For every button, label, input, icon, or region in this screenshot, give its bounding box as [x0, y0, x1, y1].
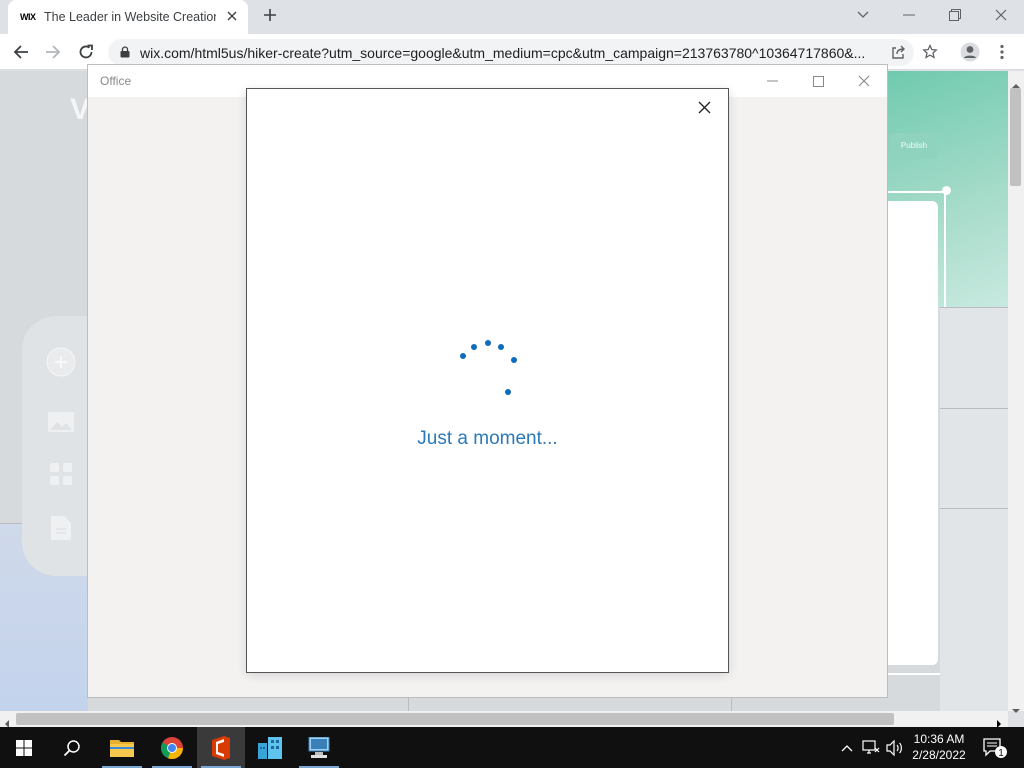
- clock-date: 2/28/2022: [912, 748, 966, 762]
- taskbar-search-button[interactable]: [48, 727, 96, 768]
- network-status-icon[interactable]: [860, 727, 882, 768]
- office-minimize-button[interactable]: [749, 66, 795, 96]
- dialog-close-icon[interactable]: [694, 97, 714, 117]
- action-center-button[interactable]: 1: [978, 727, 1012, 768]
- windows-taskbar: 10:36 AM 2/28/2022 1: [0, 727, 1024, 768]
- tab-title: The Leader in Website Creation |: [44, 10, 216, 24]
- vertical-scroll-thumb[interactable]: [1010, 88, 1021, 186]
- tab-close-icon[interactable]: [224, 9, 240, 25]
- search-icon: [63, 739, 80, 756]
- minimize-button[interactable]: [886, 0, 932, 30]
- share-icon[interactable]: [884, 38, 912, 66]
- taskbar-app-network[interactable]: [295, 727, 343, 768]
- wix-divider: [408, 697, 409, 711]
- scroll-up-arrow-icon[interactable]: [1011, 74, 1021, 93]
- start-button[interactable]: [0, 727, 48, 768]
- wix-divider: [731, 697, 732, 711]
- loading-spinner-icon: [460, 340, 517, 395]
- clock-time: 10:36 AM: [913, 732, 965, 746]
- address-url: wix.com/html5us/hiker-create?utm_source=…: [140, 44, 866, 61]
- back-button[interactable]: [7, 38, 35, 66]
- folder-icon: [110, 739, 134, 757]
- taskbar-file-explorer[interactable]: [98, 727, 146, 768]
- profile-avatar-icon[interactable]: [956, 38, 984, 66]
- close-window-button[interactable]: [978, 0, 1024, 30]
- taskbar-office[interactable]: [197, 727, 245, 768]
- horizontal-scroll-thumb[interactable]: [16, 713, 894, 725]
- pages-document-icon[interactable]: [46, 513, 76, 543]
- address-bar[interactable]: wix.com/html5us/hiker-create?utm_source=…: [108, 39, 914, 66]
- new-tab-button[interactable]: [258, 5, 282, 29]
- wix-resize-handle[interactable]: [942, 186, 951, 195]
- media-image-icon[interactable]: [46, 407, 76, 437]
- wix-divider: [0, 523, 22, 524]
- office-window-title: Office: [100, 74, 132, 88]
- office-icon: [212, 735, 230, 760]
- bookmark-star-icon[interactable]: [916, 38, 944, 66]
- taskbar-clock[interactable]: 10:36 AM 2/28/2022: [906, 731, 972, 763]
- office-close-button[interactable]: [841, 66, 887, 96]
- kebab-menu-icon[interactable]: [988, 38, 1016, 66]
- reload-button[interactable]: [72, 38, 100, 66]
- wix-publish-button[interactable]: Publish: [890, 133, 938, 159]
- buildings-icon: [258, 736, 282, 759]
- add-element-icon[interactable]: [46, 347, 76, 377]
- loading-message: Just a moment...: [417, 428, 558, 449]
- lock-icon[interactable]: [120, 43, 130, 62]
- forward-button[interactable]: [39, 38, 67, 66]
- wix-divider: [940, 307, 1008, 308]
- notification-count: 1: [998, 748, 1004, 759]
- show-hidden-icons-chevron-icon[interactable]: [838, 727, 856, 768]
- taskbar-app-buildings[interactable]: [246, 727, 294, 768]
- wix-divider: [940, 408, 1008, 409]
- browser-tab[interactable]: WIX The Leader in Website Creation |: [8, 0, 248, 34]
- wix-divider: [940, 508, 1008, 509]
- wix-white-card: [886, 201, 938, 665]
- windows-logo-icon: [16, 739, 32, 756]
- network-computer-icon: [308, 736, 330, 758]
- tab-search-chevron-icon[interactable]: [840, 0, 886, 30]
- restore-button[interactable]: [932, 0, 978, 30]
- scroll-down-arrow-icon[interactable]: [1011, 699, 1021, 718]
- apps-grid-icon[interactable]: [46, 459, 76, 489]
- notification-icon: 1: [983, 737, 1007, 759]
- volume-icon[interactable]: [884, 727, 906, 768]
- taskbar-chrome[interactable]: [148, 727, 196, 768]
- wix-favicon-icon: WIX: [20, 12, 36, 22]
- browser-tab-strip: WIX The Leader in Website Creation |: [0, 0, 1024, 34]
- wix-right-column: [940, 307, 1008, 711]
- chrome-icon: [160, 736, 184, 759]
- office-signin-dialog: Just a moment...: [246, 88, 729, 673]
- office-maximize-button[interactable]: [795, 66, 841, 96]
